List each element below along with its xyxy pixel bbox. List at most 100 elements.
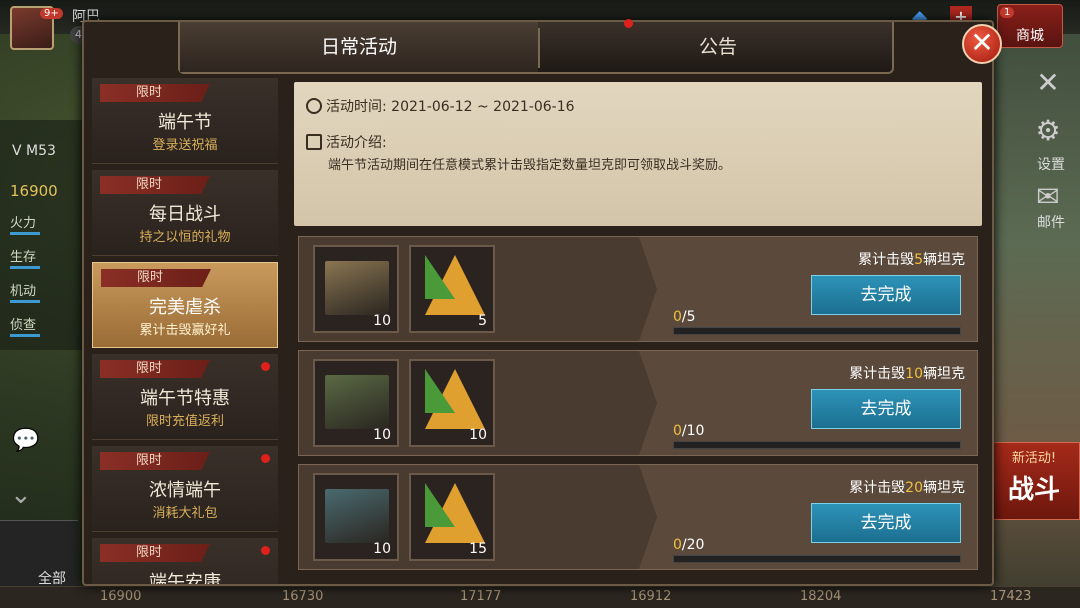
clock-icon — [306, 98, 322, 114]
battle-label: 战斗 — [1007, 475, 1060, 505]
coin-value: 16900 — [10, 182, 58, 200]
menu-item[interactable]: 限时 端午节特惠 限时充值返利 — [92, 354, 278, 440]
task-title-prefix: 累计击毁 — [858, 252, 915, 268]
settings-label: 设置 — [1037, 157, 1065, 173]
reward-quantity: 5 — [478, 313, 487, 329]
zongzi-icon — [425, 255, 485, 315]
shop-badge: 1 — [1000, 7, 1015, 18]
menu-item-subtitle: 累计击毁赢好礼 — [139, 323, 231, 338]
task-card: 10 5 累计击毁5辆坦克去完成 0/5 — [298, 236, 978, 342]
progress-current: 0 — [673, 423, 682, 439]
desc-text: 端午节活动期间在任意模式累计击毁指定数量坦克即可领取战斗奖励。 — [328, 158, 732, 173]
reward-quantity: 10 — [469, 427, 487, 443]
task-title: 累计击毁20辆坦克 — [849, 477, 965, 497]
menu-item-subtitle: 登录送祝福 — [152, 138, 218, 153]
zongzi-icon — [425, 369, 485, 429]
bottom-value: 16730 — [282, 589, 324, 604]
stat-bar — [10, 300, 40, 303]
task-title-suffix: 辆坦克 — [923, 252, 965, 268]
progress-bar — [673, 441, 961, 449]
task-card: 10 10 累计击毁10辆坦克 去完成 0/10 — [298, 350, 978, 456]
go-complete-button[interactable]: 去完成 — [811, 275, 961, 315]
chat-icon[interactable]: 💬 — [12, 428, 39, 453]
bottom-tank-strip: 16900 16730 17177 16912 18204 17423 — [0, 586, 1080, 608]
close-icon[interactable]: ✕ — [962, 24, 1002, 64]
task-card: 10 15 累计击毁20辆坦克 去完成 0/20 — [298, 464, 978, 570]
task-title-suffix: 辆坦克 — [923, 366, 965, 382]
time-value: 2021-06-12 ~ 2021-06-16 — [391, 99, 575, 115]
limited-tag: 限时 — [100, 176, 210, 194]
menu-item[interactable]: 限时 浓情端午 消耗大礼包 — [92, 446, 278, 532]
progress-text: 0/5 — [673, 309, 696, 325]
reward-quantity: 15 — [469, 541, 487, 557]
limited-tag: 限时 — [101, 269, 211, 287]
progress-bar — [673, 555, 961, 563]
crate-icon — [325, 489, 389, 543]
menu-item[interactable]: 限时 端午节 登录送祝福 — [92, 78, 278, 164]
tab-daily-activity[interactable]: 日常活动 — [180, 22, 538, 72]
stat-bar — [10, 334, 40, 337]
stat-scouting: 侦查 — [10, 318, 37, 333]
bottom-value: 16912 — [630, 589, 672, 604]
task-title: 累计击毁10辆坦克 — [849, 363, 965, 383]
activity-menu: 限时 端午节 登录送祝福 限时 每日战斗 持之以恒的礼物 限时 完美虐杀 累计击毁赢好礼 限时 端午… — [92, 78, 280, 584]
mail-icon[interactable]: ✉ — [1028, 180, 1068, 213]
bottom-value: 16900 — [100, 589, 142, 604]
reward-slot[interactable]: 10 — [313, 359, 399, 447]
stat-mobility: 机动 — [10, 284, 37, 299]
battle-button[interactable]: 新活动! 战斗 — [988, 442, 1080, 520]
progress-current: 0 — [673, 537, 682, 553]
reward-slot[interactable]: 5 — [409, 245, 495, 333]
tab-bar: 日常活动 公告 — [178, 19, 896, 74]
reward-slot[interactable]: 10 — [313, 473, 399, 561]
bottom-value: 17177 — [460, 589, 502, 604]
tab-announcement[interactable]: 公告 — [540, 22, 896, 72]
time-label: 活动时间: — [326, 99, 387, 115]
chevron-down-icon[interactable]: ⌄ — [10, 480, 32, 510]
menu-item[interactable]: 限时完美虐杀累计击毁赢好礼 — [92, 262, 278, 348]
go-complete-button[interactable]: 去完成 — [811, 503, 961, 543]
shop-button[interactable]: 1 商城 — [997, 4, 1063, 48]
progress-current: 0 — [673, 309, 682, 325]
limited-tag: 限时 — [100, 544, 210, 562]
progress-total: /5 — [681, 309, 696, 325]
limited-tag: 限时 — [100, 84, 210, 102]
reward-slot[interactable]: 15 — [409, 473, 495, 561]
progress-bar — [673, 327, 961, 335]
desc-label: 活动介绍: — [326, 135, 387, 151]
tank-name: V M53 — [12, 143, 56, 159]
notification-dot — [261, 546, 270, 555]
menu-item[interactable]: 限时 每日战斗 持之以恒的礼物 — [92, 170, 278, 256]
new-activity-label: 新活动! — [1011, 451, 1057, 466]
task-title-prefix: 累计击毁 — [849, 480, 906, 496]
menu-item-title: 端午安康 — [149, 572, 221, 584]
notification-dot — [261, 454, 270, 463]
crate-icon — [325, 375, 389, 429]
task-title-prefix: 累计击毁 — [849, 366, 906, 382]
close-side-icon[interactable]: ✕ — [1028, 66, 1068, 99]
stat-firepower: 火力 — [10, 216, 37, 231]
limited-tag: 限时 — [100, 452, 210, 470]
menu-item[interactable]: 限时端午安康 — [92, 538, 278, 584]
crate-icon — [325, 261, 389, 315]
menu-item-title: 完美虐杀 — [149, 297, 221, 318]
reward-quantity: 10 — [373, 427, 391, 443]
document-icon — [306, 134, 322, 150]
activity-modal: 日常活动 公告 ✕ 限时 端午节 登录送祝福 限时 每日战斗 持之以恒的礼物 限时 完美虐杀累… — [82, 19, 1002, 586]
reward-slot[interactable]: 10 — [409, 359, 495, 447]
stat-bar — [10, 232, 40, 235]
limited-tag: 限时 — [100, 360, 210, 378]
go-complete-button[interactable]: 去完成 — [811, 389, 961, 429]
stat-bar — [10, 266, 40, 269]
reward-slot[interactable]: 10 — [313, 245, 399, 333]
notification-dot — [624, 19, 633, 28]
task-title: 累计击毁5辆坦克 — [858, 249, 965, 269]
gear-icon[interactable]: ⚙ — [1028, 114, 1068, 147]
avatar-badge: 9+ — [40, 8, 63, 19]
menu-item-subtitle: 消耗大礼包 — [152, 506, 218, 521]
bottom-value: 17423 — [990, 589, 1032, 604]
shop-label: 商城 — [1016, 28, 1044, 44]
filter-label: 全部 — [38, 571, 66, 587]
zongzi-icon — [425, 483, 485, 543]
menu-item-subtitle: 持之以恒的礼物 — [139, 230, 231, 245]
